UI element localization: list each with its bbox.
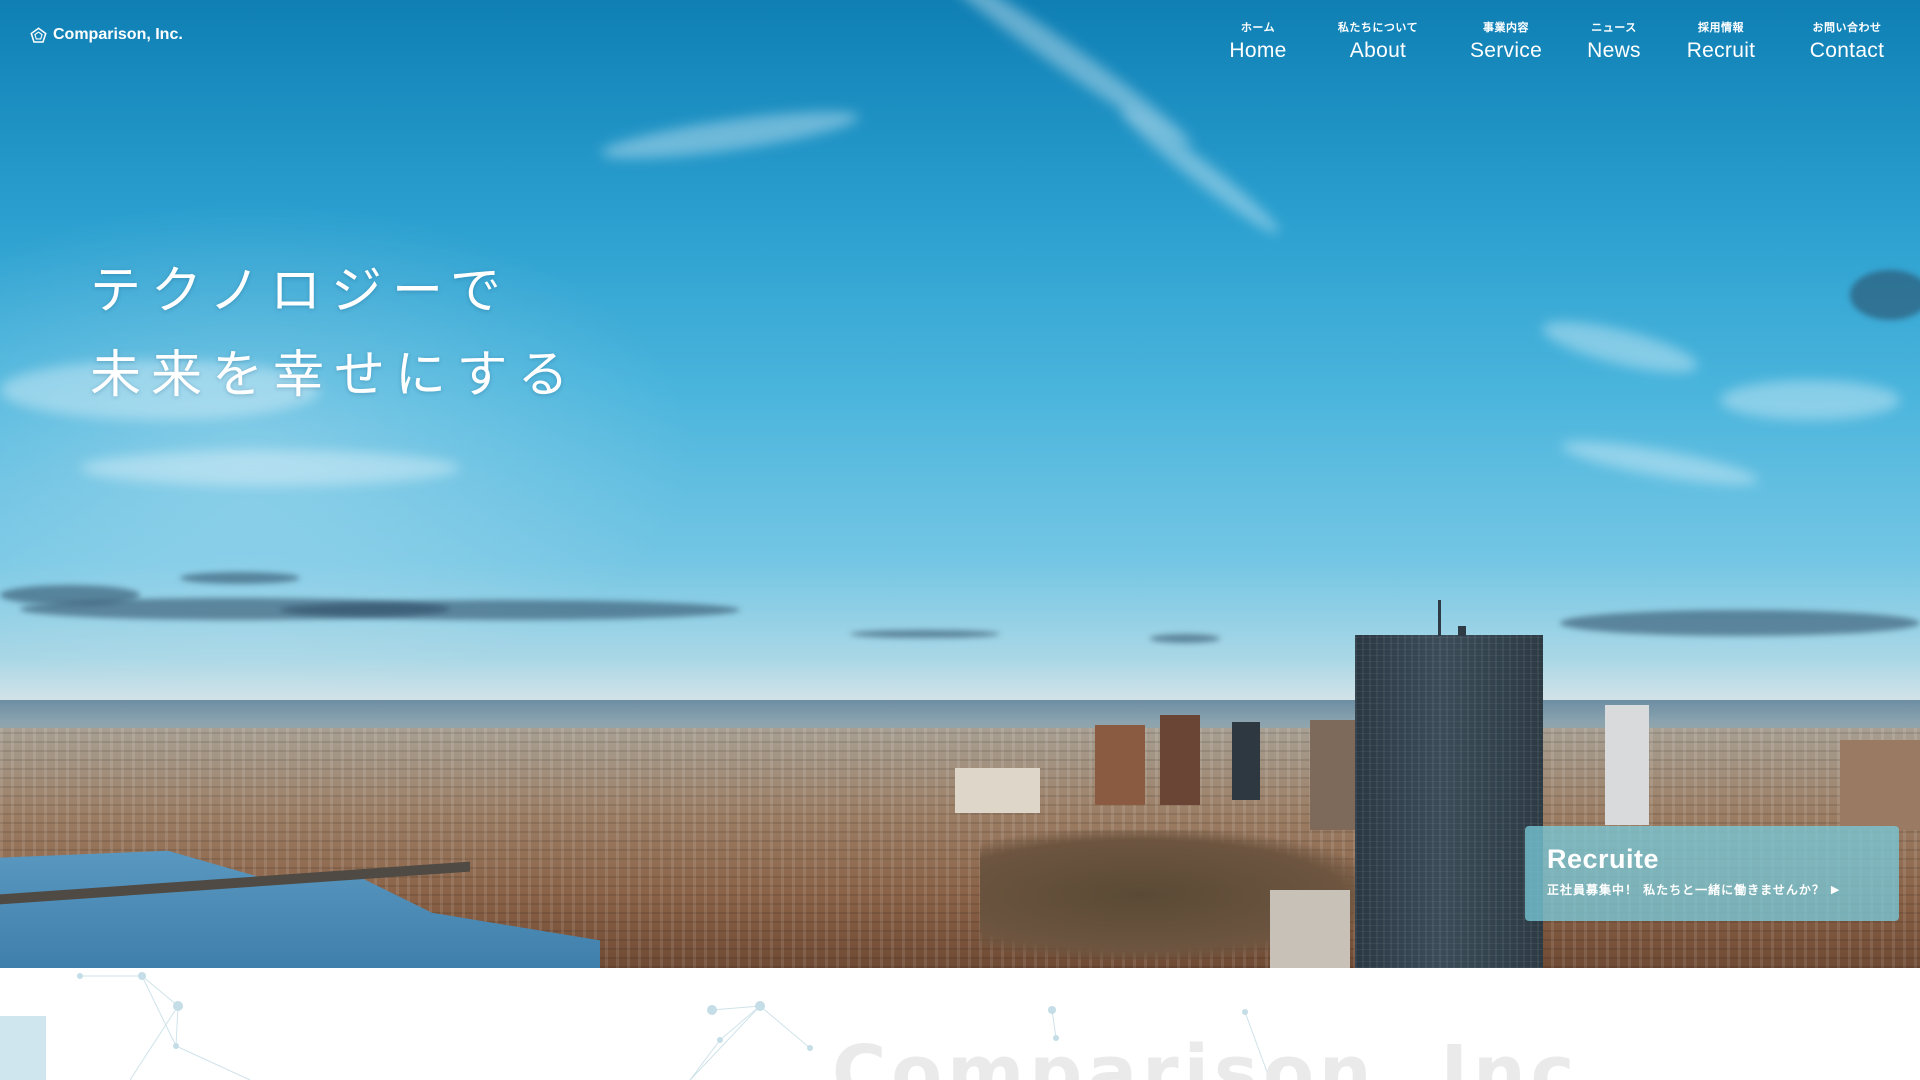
logo-text: Comparison, Inc. — [53, 26, 183, 43]
hero-tagline: テクノロジーで 未来を幸せにする — [90, 250, 579, 418]
pentagon-logo-icon — [30, 26, 47, 43]
cloud — [1559, 432, 1761, 494]
nav-news[interactable]: ニュース News — [1587, 19, 1641, 63]
recruit-title: Recruite — [1547, 844, 1660, 874]
nav-label: Recruit — [1686, 39, 1756, 62]
nav-label: Contact — [1809, 39, 1885, 62]
building — [1095, 725, 1145, 805]
nav-label: About — [1349, 39, 1407, 62]
nav-sub-label: 私たちについて — [1337, 21, 1419, 34]
nav-home[interactable]: ホーム Home — [1229, 19, 1286, 63]
cloud — [280, 600, 740, 620]
building — [1605, 705, 1649, 825]
cloud — [1538, 311, 1702, 383]
nav-sub-label: ニュース — [1591, 21, 1637, 34]
antenna — [1438, 600, 1441, 636]
cloud — [180, 572, 300, 584]
hero-line-1: テクノロジーで — [90, 262, 511, 321]
nav-label: News — [1587, 39, 1641, 62]
cloud — [850, 630, 1000, 638]
nav-label: Service — [1469, 39, 1543, 62]
about-section: Comparison, Inc — [0, 968, 1920, 1080]
cloud — [80, 450, 460, 486]
site-logo[interactable]: Comparison, Inc. — [30, 26, 183, 44]
building — [1160, 715, 1200, 805]
cloud — [1560, 610, 1920, 636]
section-heading: Comparison, Inc — [832, 1030, 1580, 1080]
cloud — [1150, 634, 1220, 643]
accent-block — [0, 1016, 46, 1080]
antenna — [1458, 626, 1466, 636]
building — [1840, 740, 1920, 830]
hero-background-image — [0, 0, 1920, 968]
skyscraper — [1355, 635, 1543, 968]
building — [955, 768, 1040, 813]
nav-about[interactable]: 私たちについて About — [1338, 19, 1418, 63]
building — [1232, 722, 1260, 800]
nav-sub-label: 事業内容 — [1483, 21, 1529, 34]
recruit-subtitle: 正社員募集中！ 私たちと一緒に働きませんか？ — [1547, 883, 1825, 897]
nav-recruit[interactable]: 採用情報 Recruit — [1687, 19, 1756, 63]
caret-right-icon: ▶ — [1830, 883, 1840, 896]
nav-sub-label: ホーム — [1240, 21, 1276, 34]
nav-label: Home — [1229, 39, 1287, 62]
nav-service[interactable]: 事業内容 Service — [1470, 19, 1542, 63]
building — [1310, 720, 1355, 830]
nav-sub-label: お問い合わせ — [1812, 21, 1882, 34]
nav-contact[interactable]: お問い合わせ Contact — [1810, 19, 1884, 63]
recruit-banner[interactable]: Recruite 正社員募集中！ 私たちと一緒に働きませんか？ ▶ — [1525, 826, 1899, 921]
building — [1270, 890, 1350, 968]
cloud — [599, 102, 861, 168]
cloud — [1720, 380, 1900, 420]
cloud — [1850, 270, 1920, 320]
cloud — [1114, 100, 1286, 242]
hero-line-2: 未来を幸せにする — [90, 346, 579, 405]
nav-sub-label: 採用情報 — [1698, 21, 1744, 34]
